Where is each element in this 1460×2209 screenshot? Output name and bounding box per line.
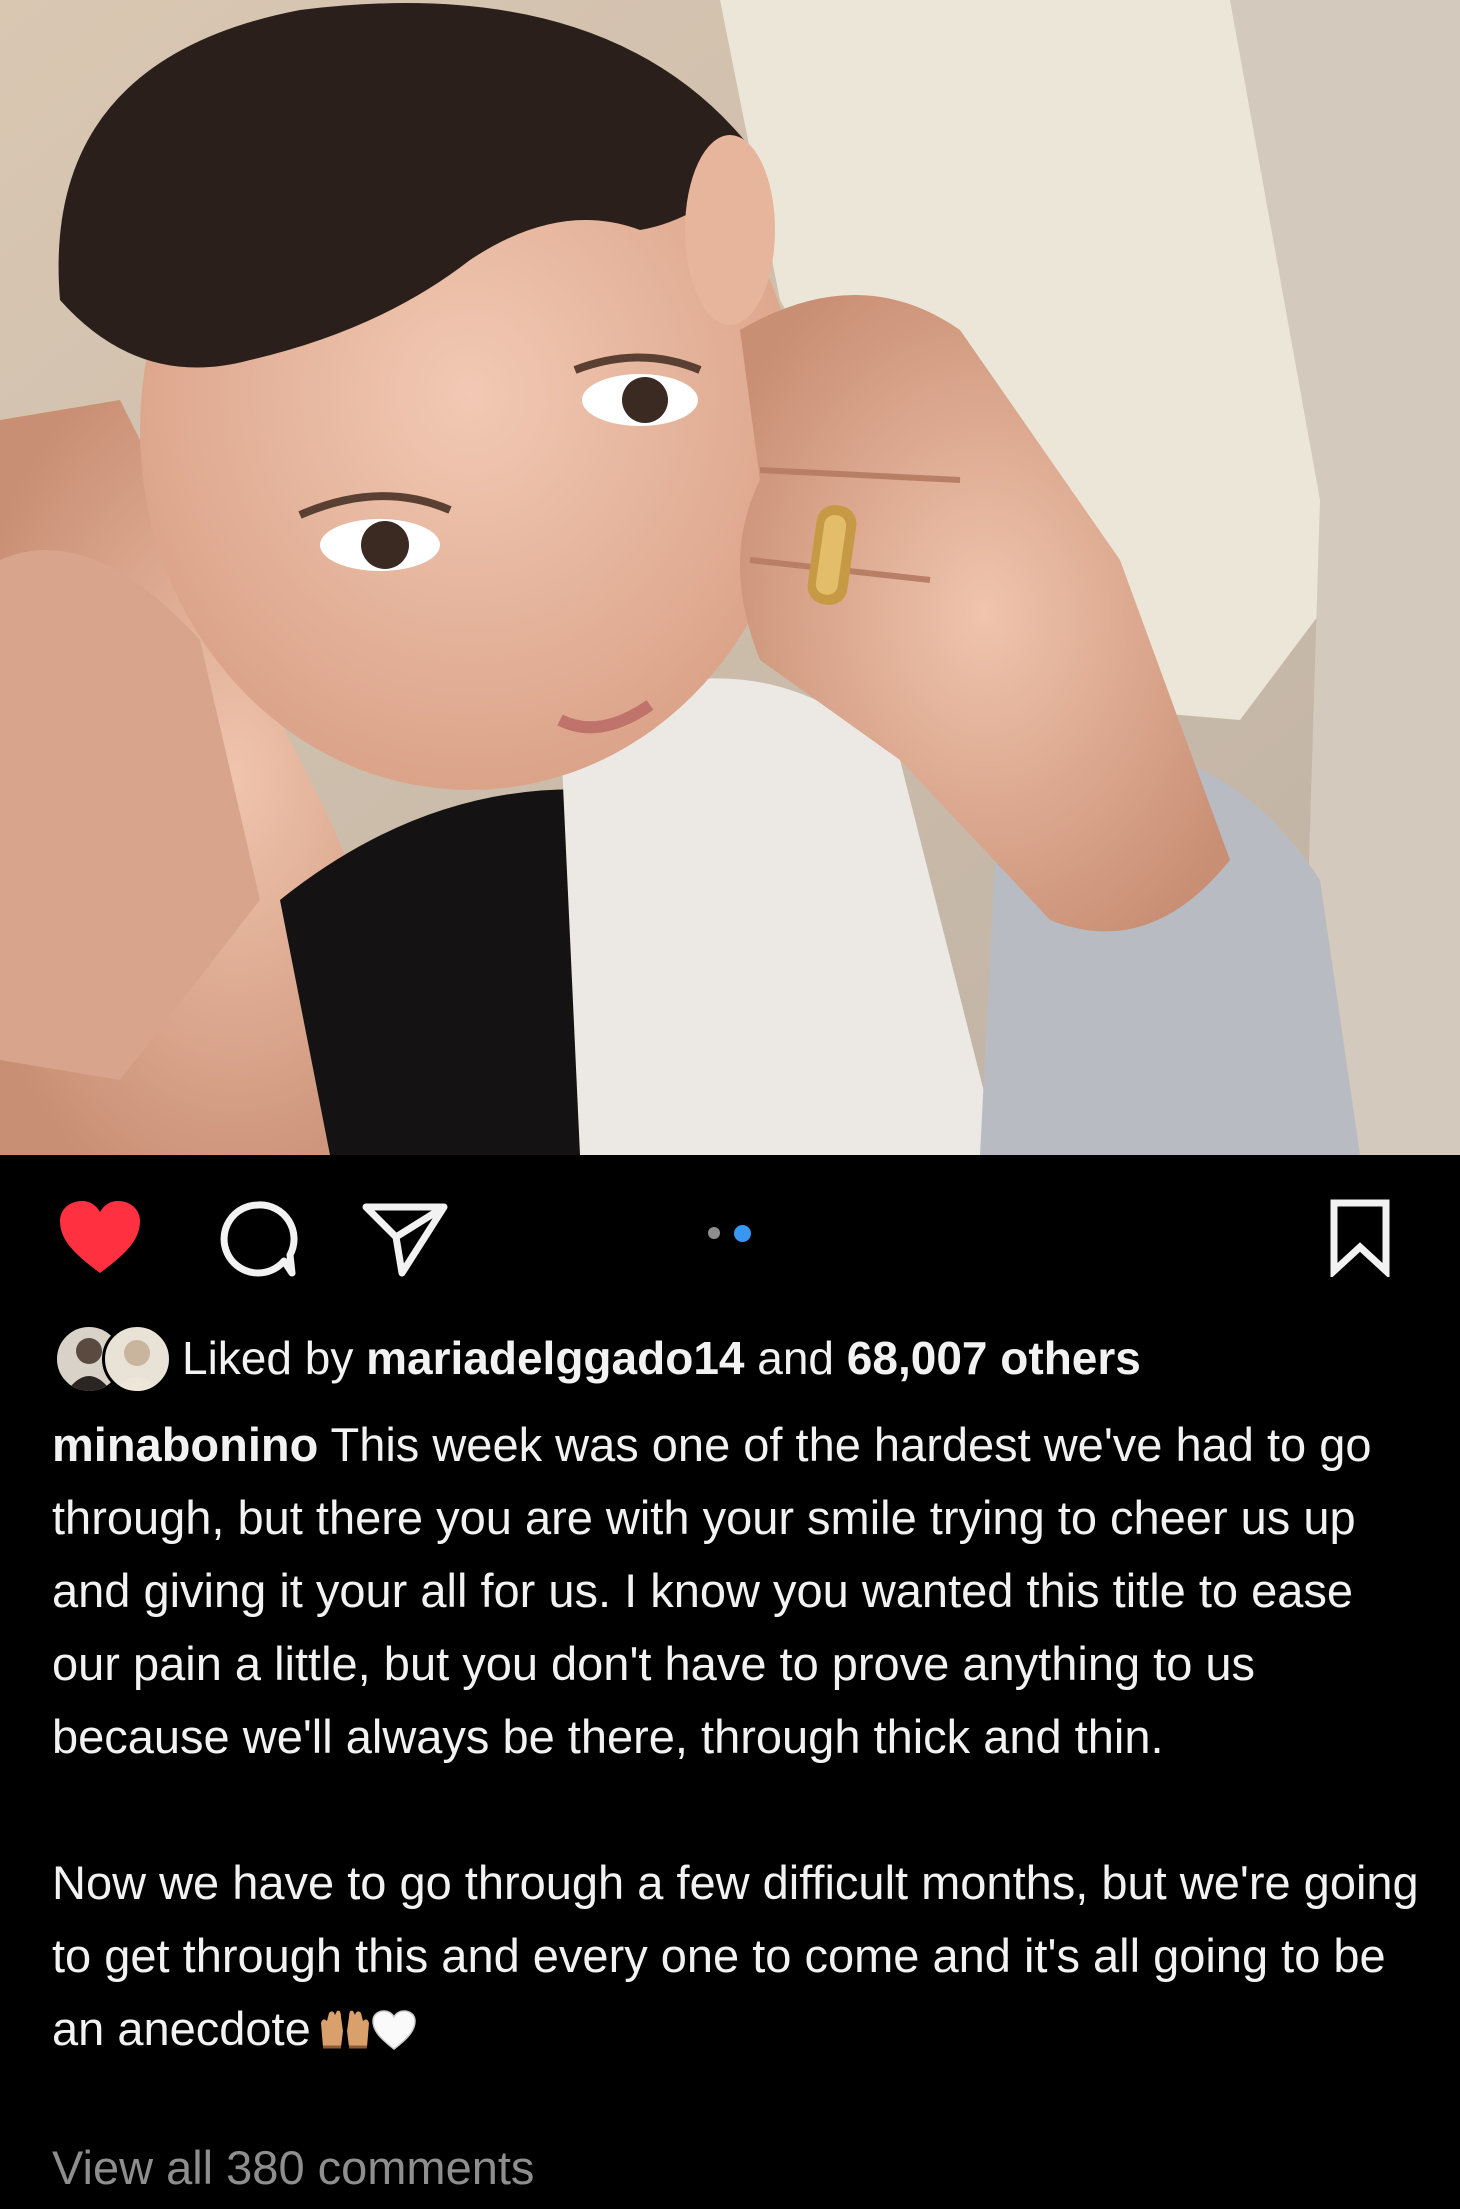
likes-count[interactable]: 68,007 others [847, 1331, 1141, 1385]
likes-connector: and [744, 1332, 847, 1384]
raising-hands-emoji [319, 1998, 371, 2071]
caption-username[interactable]: minabonino [52, 1418, 318, 1471]
caption-paragraph-2: Now we have to go through a few difficul… [52, 1856, 1432, 2055]
avatar [102, 1324, 172, 1394]
share-icon[interactable] [360, 1199, 450, 1279]
comment-icon[interactable] [218, 1199, 298, 1279]
view-all-comments-link[interactable]: View all 380 comments [52, 2140, 534, 2195]
liker-username[interactable]: mariadelggado14 [366, 1331, 744, 1385]
carousel-dot-inactive [708, 1227, 720, 1239]
liker-avatars [52, 1318, 182, 1398]
carousel-dot-active [734, 1225, 751, 1242]
white-heart-emoji [371, 1998, 417, 2071]
bookmark-icon[interactable] [1328, 1197, 1392, 1277]
carousel-indicator [706, 1222, 756, 1244]
photo-illustration [0, 0, 1460, 1155]
likes-prefix: Liked by [182, 1332, 367, 1384]
post-photo[interactable] [0, 0, 1460, 1155]
likes-row[interactable]: Liked by mariadelggado14 and 68,007 othe… [52, 1318, 1432, 1398]
heart-icon[interactable] [56, 1197, 144, 1277]
post-caption: minabonino This week was one of the hard… [52, 1408, 1422, 2071]
